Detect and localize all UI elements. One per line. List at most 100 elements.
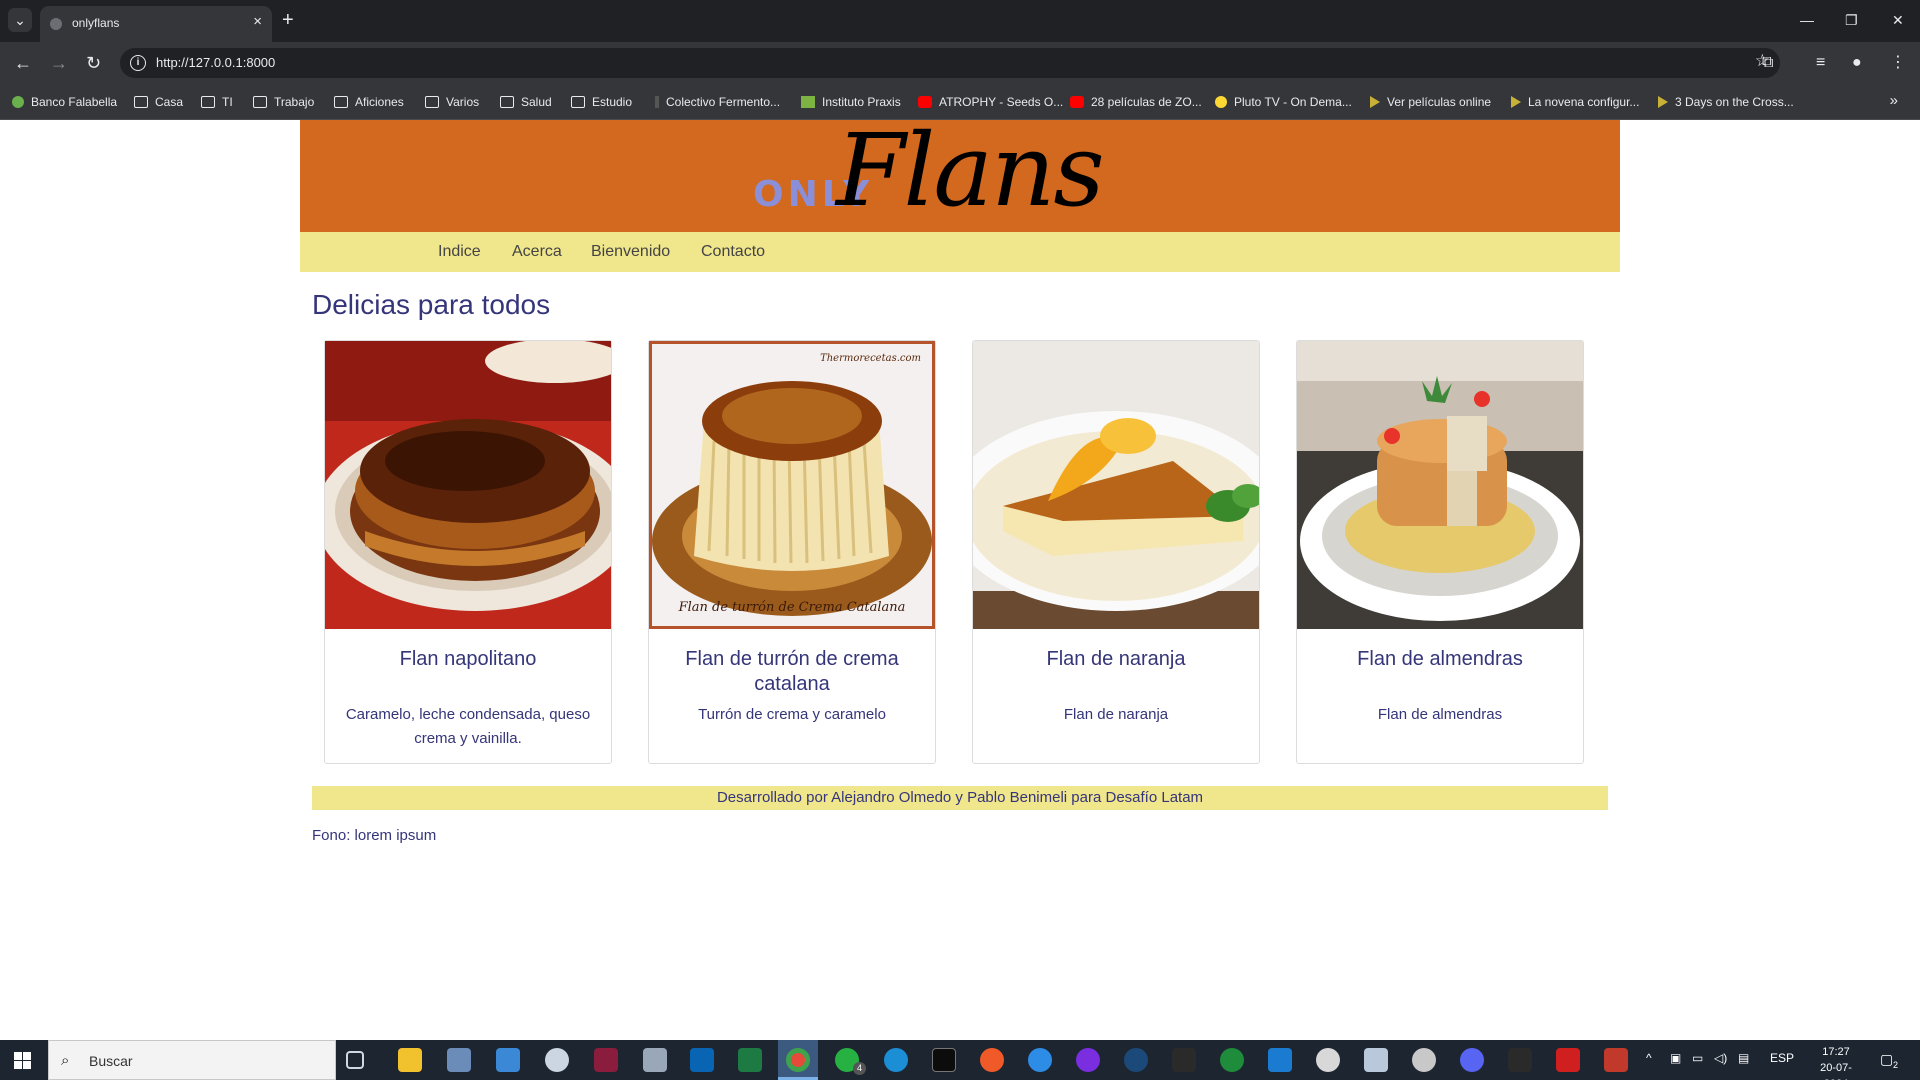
gamepad-icon[interactable] xyxy=(1316,1048,1340,1072)
notification-count: 2 xyxy=(1893,1060,1899,1070)
media-player-icon[interactable] xyxy=(594,1048,618,1072)
bookmark-item[interactable]: Ver películas online xyxy=(1370,93,1491,111)
bookmark-item[interactable]: Instituto Praxis xyxy=(801,93,901,111)
terminal-icon[interactable] xyxy=(932,1048,956,1072)
epic-games-icon[interactable] xyxy=(1172,1048,1196,1072)
flan-turron-image[interactable]: Thermorecetas.com Flan de turrón de Crem… xyxy=(649,341,935,629)
card-description: Caramelo, leche condensada, queso crema … xyxy=(345,706,591,747)
address-url[interactable]: http://127.0.0.1:8000 xyxy=(156,55,275,70)
media-queue-icon[interactable]: ≡ xyxy=(1816,51,1825,75)
bookmark-item[interactable]: Banco Falabella xyxy=(12,93,117,111)
bookmark-item[interactable]: 28 películas de ZO... xyxy=(1070,93,1202,111)
chart-app-icon[interactable] xyxy=(1604,1048,1628,1072)
window-close-icon[interactable]: ✕ xyxy=(1892,8,1904,32)
bookmark-folder[interactable]: Salud xyxy=(500,93,552,111)
site-info-icon[interactable]: i xyxy=(130,55,146,71)
circle-app-icon[interactable] xyxy=(1076,1048,1100,1072)
bookmark-label: 28 películas de ZO... xyxy=(1091,95,1202,109)
language-indicator[interactable]: ESP xyxy=(1770,1051,1794,1065)
close-tab-icon[interactable]: × xyxy=(253,14,262,30)
flan-naranja-image[interactable] xyxy=(973,341,1259,629)
bookmark-item[interactable]: Colectivo Fermento... xyxy=(655,93,780,111)
windows-taskbar: ⌕ Buscar 4 ^ ▣ ▭ ◁) ▤ ESP 17:27 20-07-20… xyxy=(0,1040,1920,1090)
bookmark-folder[interactable]: Estudio xyxy=(571,93,632,111)
network-icon[interactable]: ▤ xyxy=(1738,1051,1749,1065)
battery-icon[interactable]: ▭ xyxy=(1692,1051,1703,1065)
profile-icon[interactable]: ● xyxy=(1852,51,1862,75)
meet-now-icon[interactable]: ▣ xyxy=(1670,1051,1681,1065)
reload-icon[interactable]: ↻ xyxy=(86,51,101,75)
bookmark-item[interactable]: 3 Days on the Cross... xyxy=(1658,93,1794,111)
card-title: Flan de naranja xyxy=(1046,648,1186,670)
nav-link-contacto[interactable]: Contacto xyxy=(701,243,765,261)
product-card[interactable]: Flan de naranja Flan de naranja xyxy=(972,340,1260,764)
virtualbox-icon[interactable] xyxy=(1364,1048,1388,1072)
paint-icon[interactable] xyxy=(545,1048,569,1072)
task-view-icon[interactable] xyxy=(346,1051,364,1069)
back-icon[interactable]: ← xyxy=(14,51,32,75)
chrome-icon[interactable] xyxy=(786,1048,810,1072)
edge-icon[interactable] xyxy=(884,1048,908,1072)
taskbar-search-box[interactable]: ⌕ Buscar xyxy=(48,1040,336,1080)
outlook-icon[interactable] xyxy=(690,1048,714,1072)
excel-icon[interactable] xyxy=(738,1048,762,1072)
epic-launcher-icon[interactable] xyxy=(1508,1048,1532,1072)
updates-icon[interactable] xyxy=(1412,1048,1436,1072)
nav-link-indice[interactable]: Indice xyxy=(438,243,481,261)
acrobat-icon[interactable] xyxy=(1556,1048,1580,1072)
show-hidden-icons-icon[interactable]: ^ xyxy=(1646,1051,1652,1065)
folder-icon xyxy=(134,96,148,108)
browser-tab[interactable]: onlyflans × xyxy=(40,6,272,42)
site-navbar: Indice Acerca Bienvenido Contacto xyxy=(300,232,1620,272)
extensions-icon[interactable]: ⧉ xyxy=(1762,51,1773,75)
file-explorer-icon[interactable] xyxy=(398,1048,422,1072)
bookmark-folder[interactable]: Aficiones xyxy=(334,93,404,111)
praxis-icon xyxy=(801,96,815,108)
bookmark-folder[interactable]: Trabajo xyxy=(253,93,314,111)
calculator-icon[interactable] xyxy=(447,1048,471,1072)
discord-icon[interactable] xyxy=(1460,1048,1484,1072)
nav-link-acerca[interactable]: Acerca xyxy=(512,243,562,261)
flan-napolitano-image[interactable] xyxy=(325,341,611,629)
image-watermark: Thermorecetas.com xyxy=(820,353,921,364)
product-card[interactable]: Thermorecetas.com Flan de turrón de Crem… xyxy=(648,340,936,764)
uplay-icon[interactable] xyxy=(1028,1048,1052,1072)
taskbar-search-placeholder: Buscar xyxy=(89,1053,133,1069)
windows-start-icon[interactable] xyxy=(14,1052,31,1069)
xbox-icon[interactable] xyxy=(1220,1048,1244,1072)
product-card[interactable]: Flan de almendras Flan de almendras xyxy=(1296,340,1584,764)
youtube-icon xyxy=(1070,96,1084,108)
card-title: Flan napolitano xyxy=(399,648,537,670)
browser-menu-icon[interactable]: ⋮ xyxy=(1890,51,1906,75)
bookmark-item[interactable]: ATROPHY - Seeds O... xyxy=(918,93,1063,111)
minimize-icon[interactable]: — xyxy=(1800,8,1814,32)
ea-icon[interactable] xyxy=(980,1048,1004,1072)
steam-icon[interactable] xyxy=(1124,1048,1148,1072)
product-card[interactable]: Flan napolitano Caramelo, leche condensa… xyxy=(324,340,612,764)
clock-time: 17:27 xyxy=(1822,1046,1850,1058)
nav-link-bienvenido[interactable]: Bienvenido xyxy=(591,243,670,261)
contact-phone: Fono: lorem ipsum xyxy=(312,827,437,844)
remote-desktop-icon[interactable] xyxy=(496,1048,520,1072)
forward-icon[interactable]: → xyxy=(50,51,68,75)
card-description: Flan de almendras xyxy=(1377,706,1503,723)
new-tab-button[interactable]: + xyxy=(282,8,294,32)
vscode-icon[interactable] xyxy=(1268,1048,1292,1072)
tab-search-button[interactable]: ⌄ xyxy=(8,8,32,32)
bookmark-folder[interactable]: Varios xyxy=(425,93,479,111)
bookmark-folder[interactable]: Casa xyxy=(134,93,183,111)
bookmark-folder[interactable]: TI xyxy=(201,93,233,111)
bookmark-item[interactable]: Pluto TV - On Dema... xyxy=(1215,93,1352,111)
globe-icon xyxy=(50,18,62,30)
bookmark-label: Aficiones xyxy=(355,95,404,109)
notifications-icon[interactable]: ▢ xyxy=(1880,1051,1893,1068)
sound-recorder-icon[interactable] xyxy=(643,1048,667,1072)
bookmark-item[interactable]: La novena configur... xyxy=(1511,93,1639,111)
restore-icon[interactable]: ❐ xyxy=(1845,8,1858,32)
folder-icon xyxy=(425,96,439,108)
taskbar-clock[interactable]: 17:27 20-07-2024 xyxy=(1808,1044,1864,1092)
volume-icon[interactable]: ◁) xyxy=(1714,1051,1727,1065)
flan-almendras-image[interactable] xyxy=(1297,341,1583,629)
address-bar[interactable]: i http://127.0.0.1:8000 ☆ xyxy=(120,48,1780,78)
more-bookmarks-icon[interactable]: » xyxy=(1890,92,1898,109)
